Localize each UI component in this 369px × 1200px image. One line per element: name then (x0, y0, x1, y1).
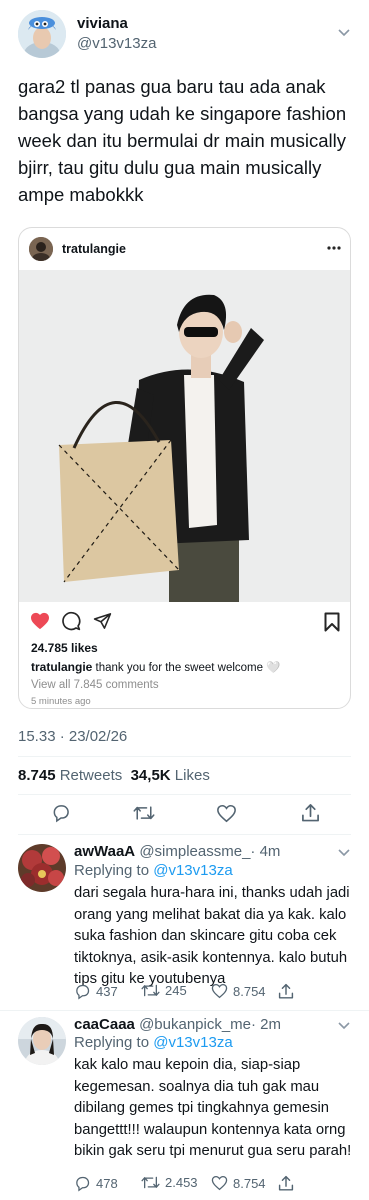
instagram-embed-card[interactable]: tratulangie 24.785 likes tratulangie tha… (18, 227, 351, 709)
upload-icon[interactable] (301, 802, 320, 823)
divider (18, 756, 351, 757)
retweet-icon[interactable] (133, 804, 155, 822)
replying-to-label: Replying to (74, 1034, 150, 1051)
ig-caption-text: thank you for the sweet welcome 🤍 (95, 662, 281, 674)
tweet-timestamp[interactable]: 15.33 · 23/02/26 (18, 728, 127, 745)
like-count-button[interactable]: 8.754 (211, 983, 266, 999)
chevron-down-icon[interactable] (337, 28, 351, 38)
like-count: 8.754 (233, 1175, 266, 1191)
reply-count-button[interactable]: 437 (74, 983, 118, 1000)
reply-header: awWaaA @simpleassme_· 4m (74, 843, 280, 860)
reply-author-handle[interactable]: @bukanpick_me (139, 1016, 251, 1033)
likes-count[interactable]: 34,5K (131, 767, 171, 784)
retweet-count: 245 (165, 983, 187, 998)
tweet-stats: 8.745 Retweets 34,5K Likes (18, 767, 210, 784)
like-count-button[interactable]: 8.754 (211, 1175, 266, 1191)
ig-likes-count[interactable]: 24.785 likes (31, 641, 98, 655)
replying-to: Replying to @v13v13za (74, 1034, 233, 1051)
upload-icon[interactable] (278, 982, 294, 1000)
author-name[interactable]: viviana (77, 15, 128, 32)
ig-caption-user[interactable]: tratulangie (31, 660, 92, 674)
reply-count-button[interactable]: 478 (74, 1175, 118, 1192)
heart-filled-icon[interactable] (30, 612, 50, 630)
reply-avatar[interactable] (18, 844, 66, 892)
replying-to-handle[interactable]: @v13v13za (153, 862, 232, 879)
replying-to-handle[interactable]: @v13v13za (153, 1034, 232, 1051)
tweet-text: gara2 tl panas gua baru tau ada anak ban… (18, 76, 347, 205)
reply-avatar[interactable] (18, 1017, 66, 1065)
divider (18, 834, 351, 835)
retweet-count: 2.453 (165, 1175, 198, 1190)
replying-to: Replying to @v13v13za (74, 862, 233, 879)
chevron-down-icon[interactable] (337, 848, 351, 858)
chevron-down-icon[interactable] (337, 1021, 351, 1031)
comment-icon[interactable] (61, 611, 81, 631)
reply-author-name[interactable]: caaCaaa (74, 1016, 135, 1033)
bookmark-icon[interactable] (324, 612, 340, 632)
reply-actions: 437 245 8.754 (74, 983, 294, 1001)
reply-text: dari segala hura-hara ini, thanks udah j… (74, 885, 350, 987)
reply-author-name[interactable]: awWaaA (74, 843, 135, 860)
reply-time[interactable]: · 4m (250, 843, 280, 860)
reply-header: caaCaaa @bukanpick_me· 2m (74, 1016, 281, 1033)
share-icon[interactable] (93, 612, 112, 630)
more-icon[interactable] (327, 246, 341, 250)
upload-icon[interactable] (278, 1174, 294, 1192)
likes-label[interactable]: Likes (175, 767, 210, 784)
author-avatar[interactable] (18, 10, 66, 58)
reply-author-handle[interactable]: @simpleassme_ (139, 843, 250, 860)
retweets-count[interactable]: 8.745 (18, 767, 56, 784)
reply-count: 437 (96, 984, 118, 999)
divider (0, 1010, 369, 1011)
retweets-label[interactable]: Retweets (60, 767, 123, 784)
ig-view-comments[interactable]: View all 7.845 comments (31, 679, 159, 691)
like-count: 8.754 (233, 983, 266, 999)
reply-icon[interactable] (51, 803, 71, 823)
reply-time[interactable]: · 2m (251, 1016, 281, 1033)
like-icon[interactable] (216, 804, 237, 823)
divider (18, 794, 351, 795)
ig-caption: tratulangie thank you for the sweet welc… (31, 660, 341, 674)
ig-post-photo[interactable] (19, 270, 350, 602)
retweet-count-button[interactable]: 2.453 (141, 1175, 198, 1190)
reply-text: kak kalo mau kepoin dia, siap-siap kegem… (74, 1057, 352, 1159)
retweet-count-button[interactable]: 245 (141, 983, 187, 998)
reply-count: 478 (96, 1176, 118, 1191)
ig-username[interactable]: tratulangie (62, 242, 126, 256)
reply-actions: 478 2.453 8.754 (74, 1175, 294, 1193)
replying-to-label: Replying to (74, 862, 150, 879)
ig-time-ago: 5 minutes ago (31, 696, 91, 707)
ig-user-avatar[interactable] (29, 237, 53, 261)
author-handle[interactable]: @v13v13za (77, 35, 156, 52)
